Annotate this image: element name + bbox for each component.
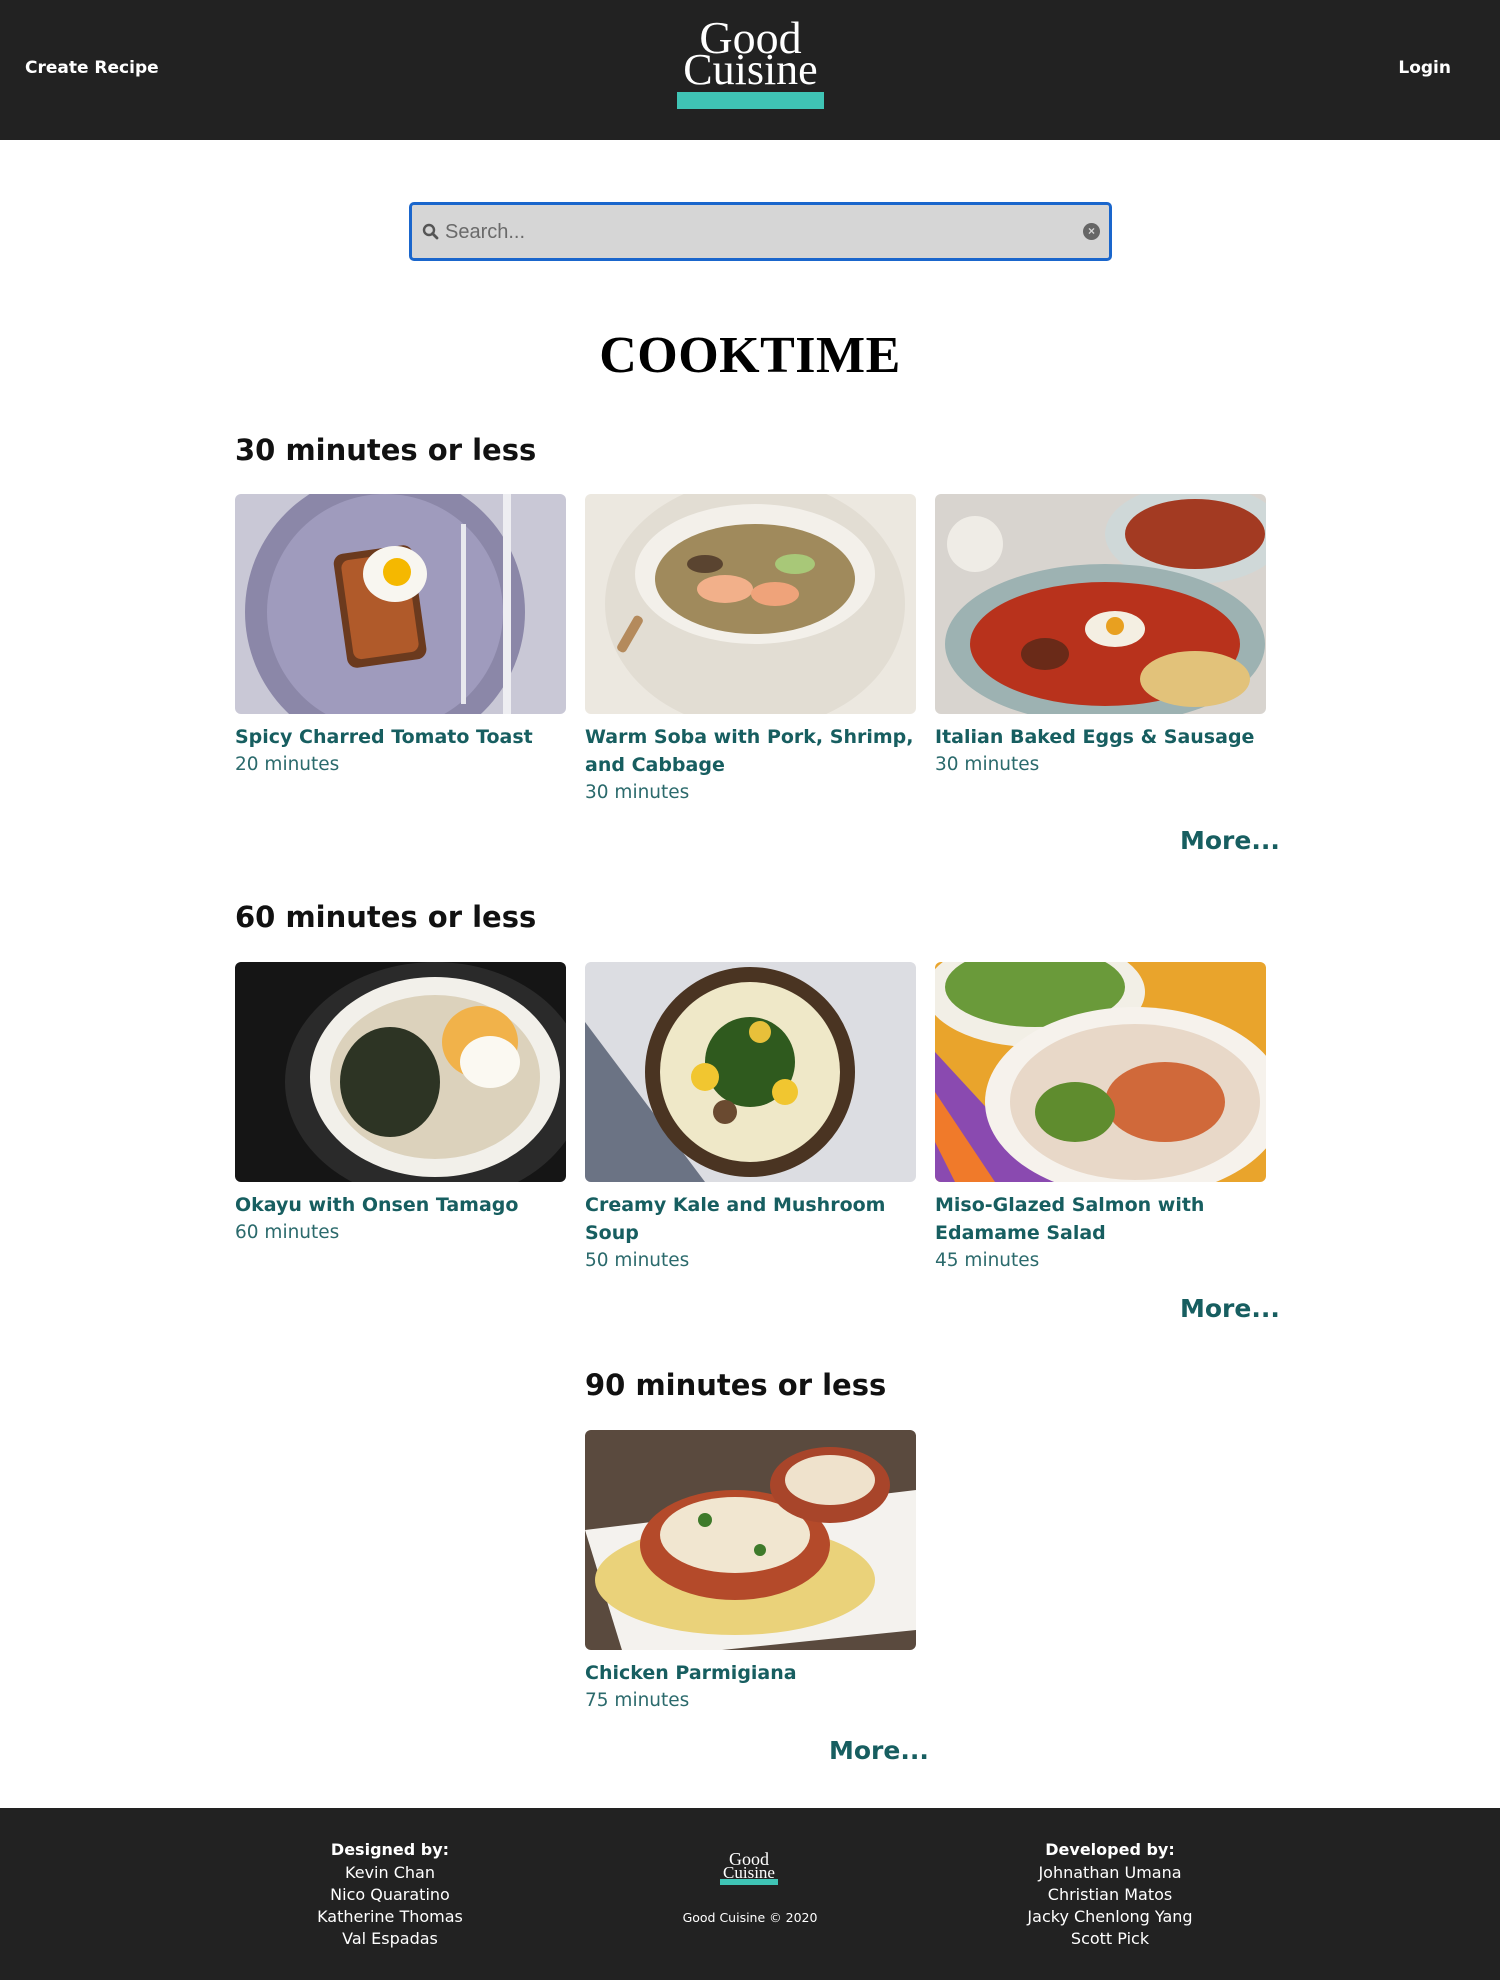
search-input[interactable] (445, 215, 1045, 249)
recipe-image-tomato-toast[interactable] (235, 494, 566, 714)
recipe-time: 60 minutes (235, 1222, 340, 1243)
recipe-time: 30 minutes (585, 782, 690, 803)
recipe-card[interactable]: Italian Baked Eggs & Sausage 30 minutes (935, 494, 1266, 779)
section-heading-60: 60 minutes or less (235, 900, 537, 934)
recipe-card[interactable]: Miso-Glazed Salmon with Edamame Salad 45… (935, 962, 1266, 1275)
recipe-card[interactable]: Spicy Charred Tomato Toast 20 minutes (235, 494, 566, 779)
site-logo[interactable]: Good Cuisine (677, 15, 824, 112)
developer-name: Johnathan Umana (1038, 1863, 1182, 1882)
more-link-60[interactable]: More... (1180, 1294, 1280, 1323)
recipe-time: 30 minutes (935, 754, 1040, 775)
logo-underline (677, 92, 824, 109)
recipe-card[interactable]: Chicken Parmigiana 75 minutes (585, 1430, 916, 1715)
developer-name: Jacky Chenlong Yang (1027, 1907, 1193, 1926)
more-link-90[interactable]: More... (829, 1736, 929, 1765)
page-title: COOKTIME (599, 327, 901, 384)
recipe-time: 45 minutes (935, 1250, 1040, 1271)
recipe-title[interactable]: Warm Soba with Pork, Shrimp, and Cabbage (585, 723, 916, 779)
recipe-time: 75 minutes (585, 1690, 690, 1711)
designer-name: Val Espadas (342, 1929, 438, 1948)
designer-name: Katherine Thomas (317, 1907, 463, 1926)
developer-name: Scott Pick (1070, 1929, 1150, 1948)
recipe-title[interactable]: Creamy Kale and Mushroom Soup (585, 1191, 916, 1247)
site-footer: Designed by: Kevin Chan Nico Quaratino K… (0, 1808, 1500, 1980)
search-icon (422, 223, 439, 240)
recipe-image-baked-eggs[interactable] (935, 494, 1266, 714)
recipe-title[interactable]: Okayu with Onsen Tamago (235, 1191, 566, 1219)
footer-logo-word-cuisine: Cuisine (723, 1863, 775, 1882)
developed-by-label: Developed by: (1045, 1840, 1175, 1859)
recipe-time: 50 minutes (585, 1250, 690, 1271)
copyright-text: Good Cuisine © 2020 (682, 1910, 818, 1925)
recipe-title[interactable]: Chicken Parmigiana (585, 1659, 916, 1687)
recipe-title[interactable]: Spicy Charred Tomato Toast (235, 723, 566, 751)
developers-column: Developed by: Johnathan Umana Christian … (980, 1838, 1240, 1950)
recipe-title[interactable]: Italian Baked Eggs & Sausage (935, 723, 1266, 751)
recipe-title[interactable]: Miso-Glazed Salmon with Edamame Salad (935, 1191, 1266, 1247)
designed-by-label: Designed by: (330, 1840, 450, 1859)
recipe-time: 20 minutes (235, 754, 340, 775)
recipe-image-okayu[interactable] (235, 962, 566, 1182)
recipe-card[interactable]: Warm Soba with Pork, Shrimp, and Cabbage… (585, 494, 916, 807)
footer-logo[interactable]: Good Cuisine (720, 1850, 778, 1892)
top-navbar: Create Recipe Good Cuisine Login (0, 0, 1500, 140)
recipe-image-warm-soba[interactable] (585, 494, 916, 714)
recipe-image-chicken-parmigiana[interactable] (585, 1430, 916, 1650)
create-recipe-link[interactable]: Create Recipe (25, 58, 159, 78)
section-heading-90: 90 minutes or less (585, 1368, 887, 1402)
recipe-card[interactable]: Creamy Kale and Mushroom Soup 50 minutes (585, 962, 916, 1275)
login-link[interactable]: Login (1398, 58, 1451, 78)
designers-column: Designed by: Kevin Chan Nico Quaratino K… (260, 1838, 520, 1950)
recipe-image-miso-salmon[interactable] (935, 962, 1266, 1182)
designer-name: Kevin Chan (345, 1863, 435, 1882)
section-heading-30: 30 minutes or less (235, 433, 537, 467)
designer-name: Nico Quaratino (330, 1885, 450, 1904)
recipe-image-kale-soup[interactable] (585, 962, 916, 1182)
logo-word-cuisine: Cuisine (683, 45, 818, 94)
recipe-card[interactable]: Okayu with Onsen Tamago 60 minutes (235, 962, 566, 1247)
clear-search-icon[interactable]: × (1083, 223, 1100, 240)
more-link-30[interactable]: More... (1180, 826, 1280, 855)
developer-name: Christian Matos (1047, 1885, 1173, 1904)
search-box[interactable]: × (409, 202, 1112, 261)
